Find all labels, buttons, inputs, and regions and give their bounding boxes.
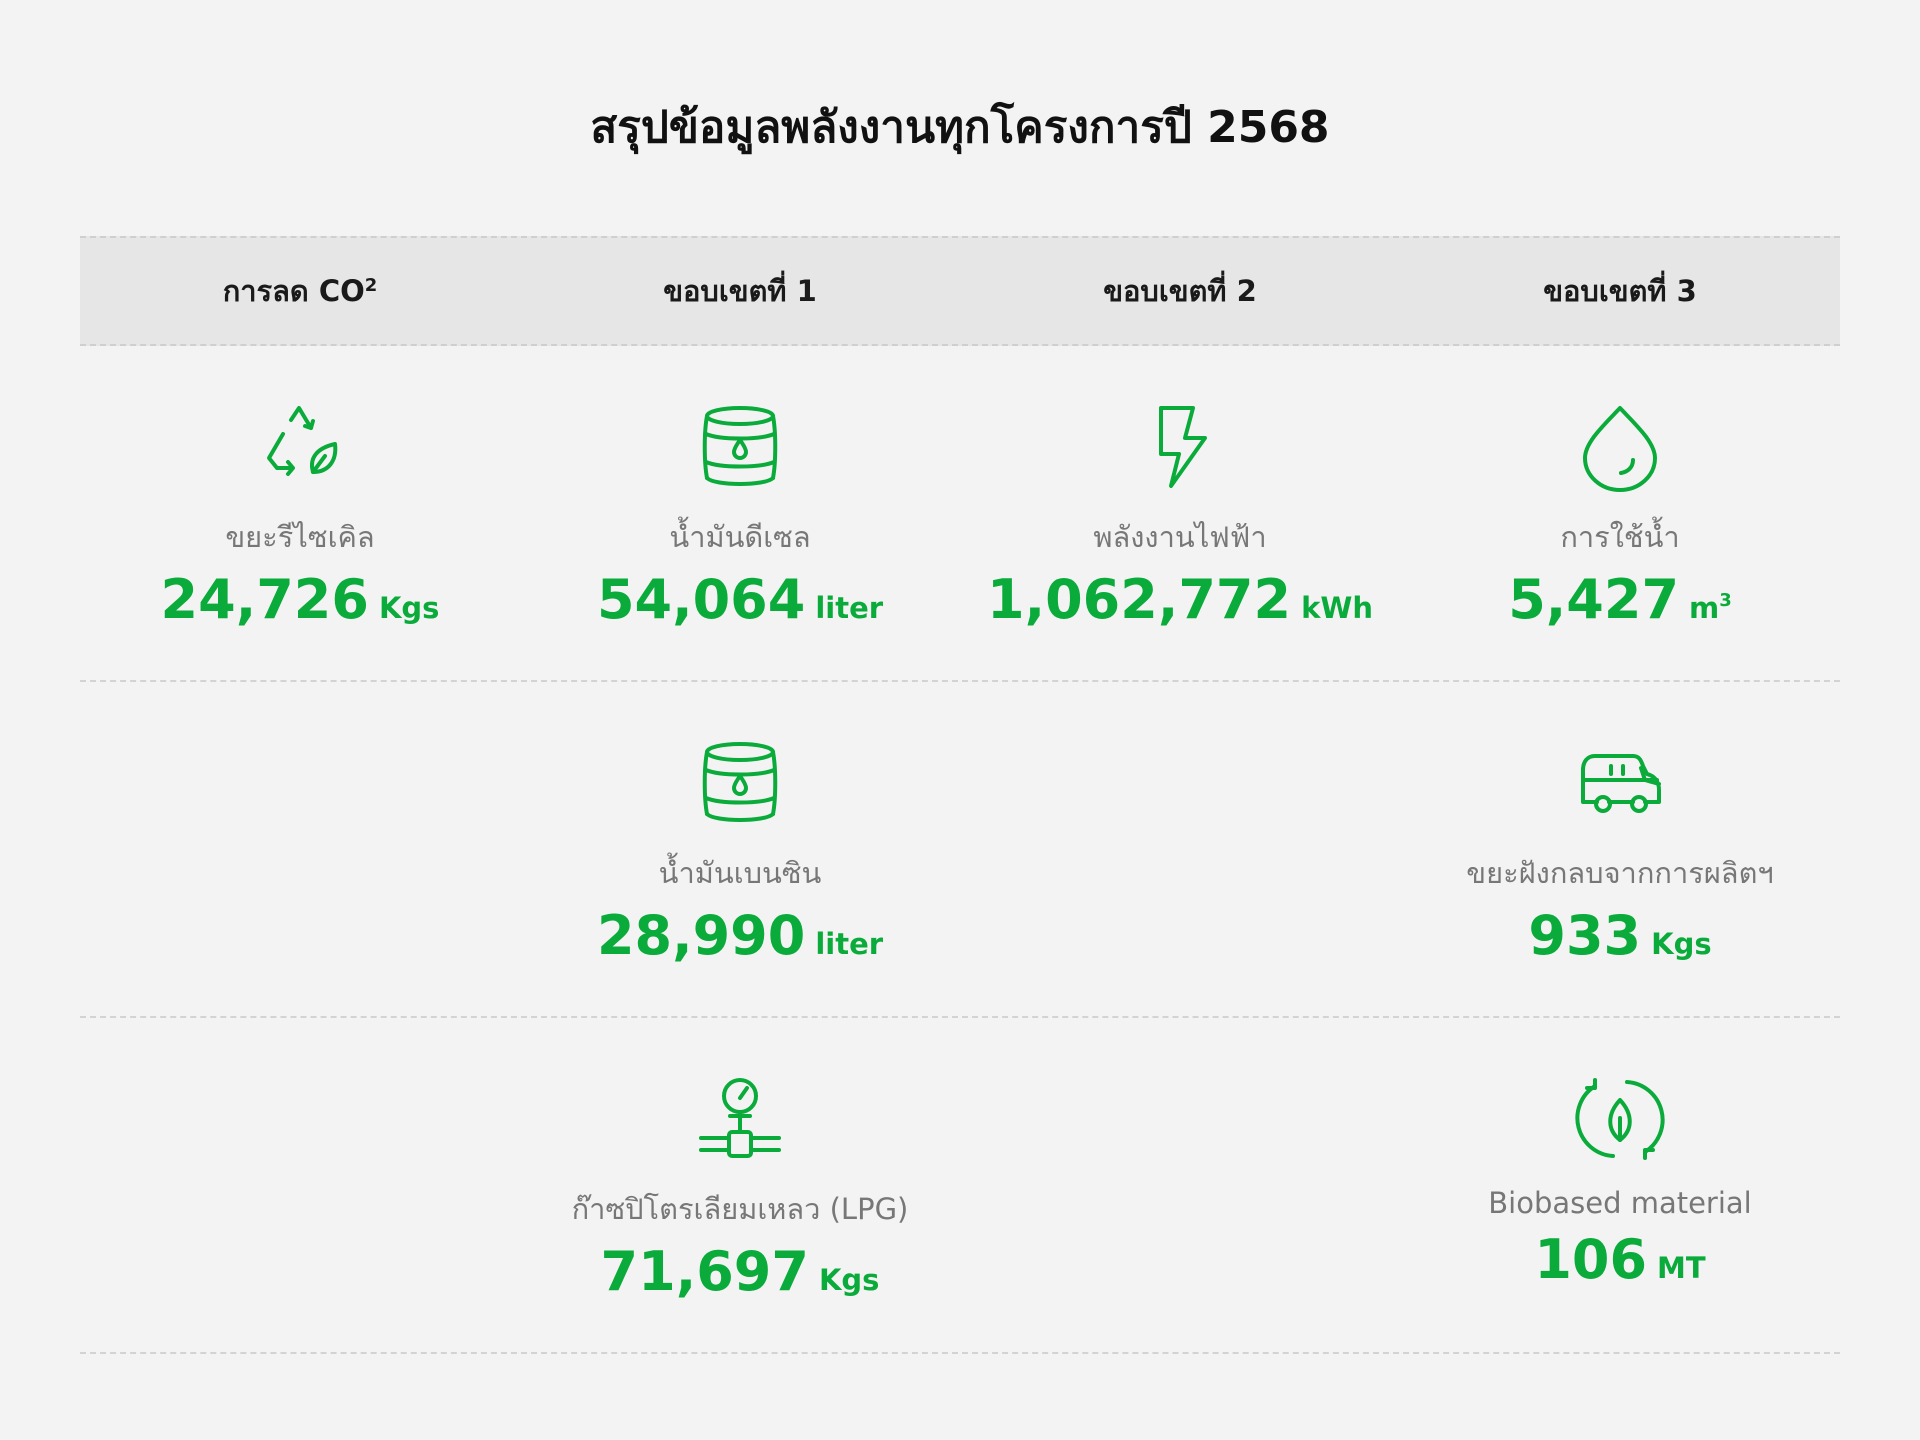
- stat-unit: MT: [1657, 1251, 1706, 1285]
- stat-electricity: พลังงานไฟฟ้า 1,062,772 kWh: [960, 346, 1400, 680]
- energy-summary-table: การลด CO2 ขอบเขตที่ 1 ขอบเขตที่ 2 ขอบเขต…: [80, 236, 1840, 1354]
- stat-value-line: 71,697 Kgs: [601, 1240, 880, 1303]
- stat-unit: m3: [1689, 590, 1732, 625]
- stat-label: น้ำมันเบนซิน: [658, 856, 822, 890]
- empty-cell: [960, 682, 1400, 1016]
- table-row: ก๊าซปิโตรเลียมเหลว (LPG) 71,697 Kgs Bioba…: [80, 1018, 1840, 1354]
- stat-value: 54,064: [596, 568, 806, 631]
- stat-diesel: น้ำมันดีเซล 54,064 liter: [520, 346, 960, 680]
- stat-label: พลังงานไฟฟ้า: [1093, 520, 1267, 554]
- stat-unit: kWh: [1301, 591, 1373, 625]
- stat-value-line: 933 Kgs: [1528, 904, 1711, 967]
- stat-value: 106: [1534, 1228, 1648, 1291]
- stat-label: ขยะรีไซเคิล: [225, 520, 375, 554]
- stat-value: 24,726: [160, 568, 369, 631]
- truck-icon: [1575, 738, 1665, 828]
- stat-recycle: ขยะรีไซเคิล 24,726 Kgs: [80, 346, 520, 680]
- empty-cell: [80, 1018, 520, 1352]
- stat-value: 28,990: [596, 904, 806, 967]
- stat-label: การใช้น้ำ: [1560, 520, 1680, 554]
- header-co2-sup: 2: [364, 275, 378, 296]
- empty-cell: [80, 682, 520, 1016]
- header-scope-1: ขอบเขตที่ 1: [663, 274, 817, 308]
- stat-unit: Kgs: [378, 591, 440, 625]
- stat-lpg: ก๊าซปิโตรเลียมเหลว (LPG) 71,697 Kgs: [520, 1018, 960, 1352]
- stat-label: น้ำมันดีเซล: [669, 520, 811, 554]
- table-row: ขยะรีไซเคิล 24,726 Kgs น้ำมันดีเซล 54,064…: [80, 346, 1840, 682]
- header-co2-reduction: การลด CO2: [80, 268, 520, 314]
- bio-cycle-icon: [1575, 1074, 1665, 1164]
- stat-gasoline: น้ำมันเบนซิน 28,990 liter: [520, 682, 960, 1016]
- stat-water: การใช้น้ำ 5,427 m3: [1400, 346, 1840, 680]
- header-scope-2: ขอบเขตที่ 2: [1103, 274, 1257, 308]
- stat-value-line: 1,062,772 kWh: [987, 568, 1373, 631]
- stat-unit-base: m: [1689, 591, 1720, 625]
- stat-value-line: 24,726 Kgs: [161, 568, 440, 631]
- stat-unit: Kgs: [818, 1263, 880, 1297]
- stat-landfill: ขยะฝังกลบจากการผลิตฯ 933 Kgs: [1400, 682, 1840, 1016]
- stat-value: 1,062,772: [987, 568, 1292, 631]
- water-drop-icon: [1575, 402, 1665, 492]
- stat-unit: Kgs: [1651, 927, 1712, 961]
- stat-value-line: 28,990 liter: [597, 904, 883, 967]
- gas-gauge-icon: [695, 1074, 785, 1164]
- stat-biobased: Biobased material 106 MT: [1400, 1018, 1840, 1352]
- header-co2-text: การลด CO: [222, 274, 365, 308]
- stat-value: 5,427: [1508, 568, 1680, 631]
- stat-value-line: 106 MT: [1534, 1228, 1705, 1291]
- stat-unit: liter: [815, 927, 884, 961]
- oil-barrel-icon: [695, 738, 785, 828]
- header-scope-3: ขอบเขตที่ 3: [1543, 274, 1697, 308]
- table-row: น้ำมันเบนซิน 28,990 liter ขยะฝังกลบจากการ…: [80, 682, 1840, 1018]
- stat-value-line: 5,427 m3: [1508, 568, 1732, 631]
- empty-cell: [960, 1018, 1400, 1352]
- stat-label: ก๊าซปิโตรเลียมเหลว (LPG): [571, 1192, 909, 1226]
- lightning-icon: [1135, 402, 1225, 492]
- stat-value: 71,697: [600, 1240, 809, 1303]
- recycle-leaf-icon: [255, 402, 345, 492]
- page-title: สรุปข้อมูลพลังงานทุกโครงการปี 2568: [590, 102, 1330, 153]
- oil-barrel-icon: [695, 402, 785, 492]
- stat-unit: liter: [815, 591, 884, 625]
- stat-label: ขยะฝังกลบจากการผลิตฯ: [1466, 856, 1774, 890]
- stat-unit-sup: 3: [1719, 590, 1732, 611]
- stat-value-line: 54,064 liter: [597, 568, 883, 631]
- stat-value: 933: [1528, 904, 1642, 967]
- table-header: การลด CO2 ขอบเขตที่ 1 ขอบเขตที่ 2 ขอบเขต…: [80, 236, 1840, 346]
- stat-label: Biobased material: [1488, 1186, 1752, 1220]
